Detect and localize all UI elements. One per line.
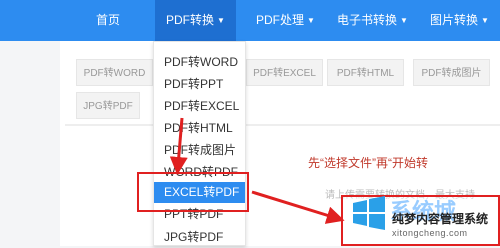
arrow-right-icon xyxy=(251,190,345,224)
arrow-down-icon xyxy=(169,117,188,175)
watermark: 系统城 纯梦内容管理系统 xitongcheng.com xyxy=(350,194,500,246)
watermark-text: 纯梦内容管理系统 xyxy=(392,212,489,226)
windows-logo-icon xyxy=(353,196,385,230)
watermark-url: xitongcheng.com xyxy=(392,228,468,238)
